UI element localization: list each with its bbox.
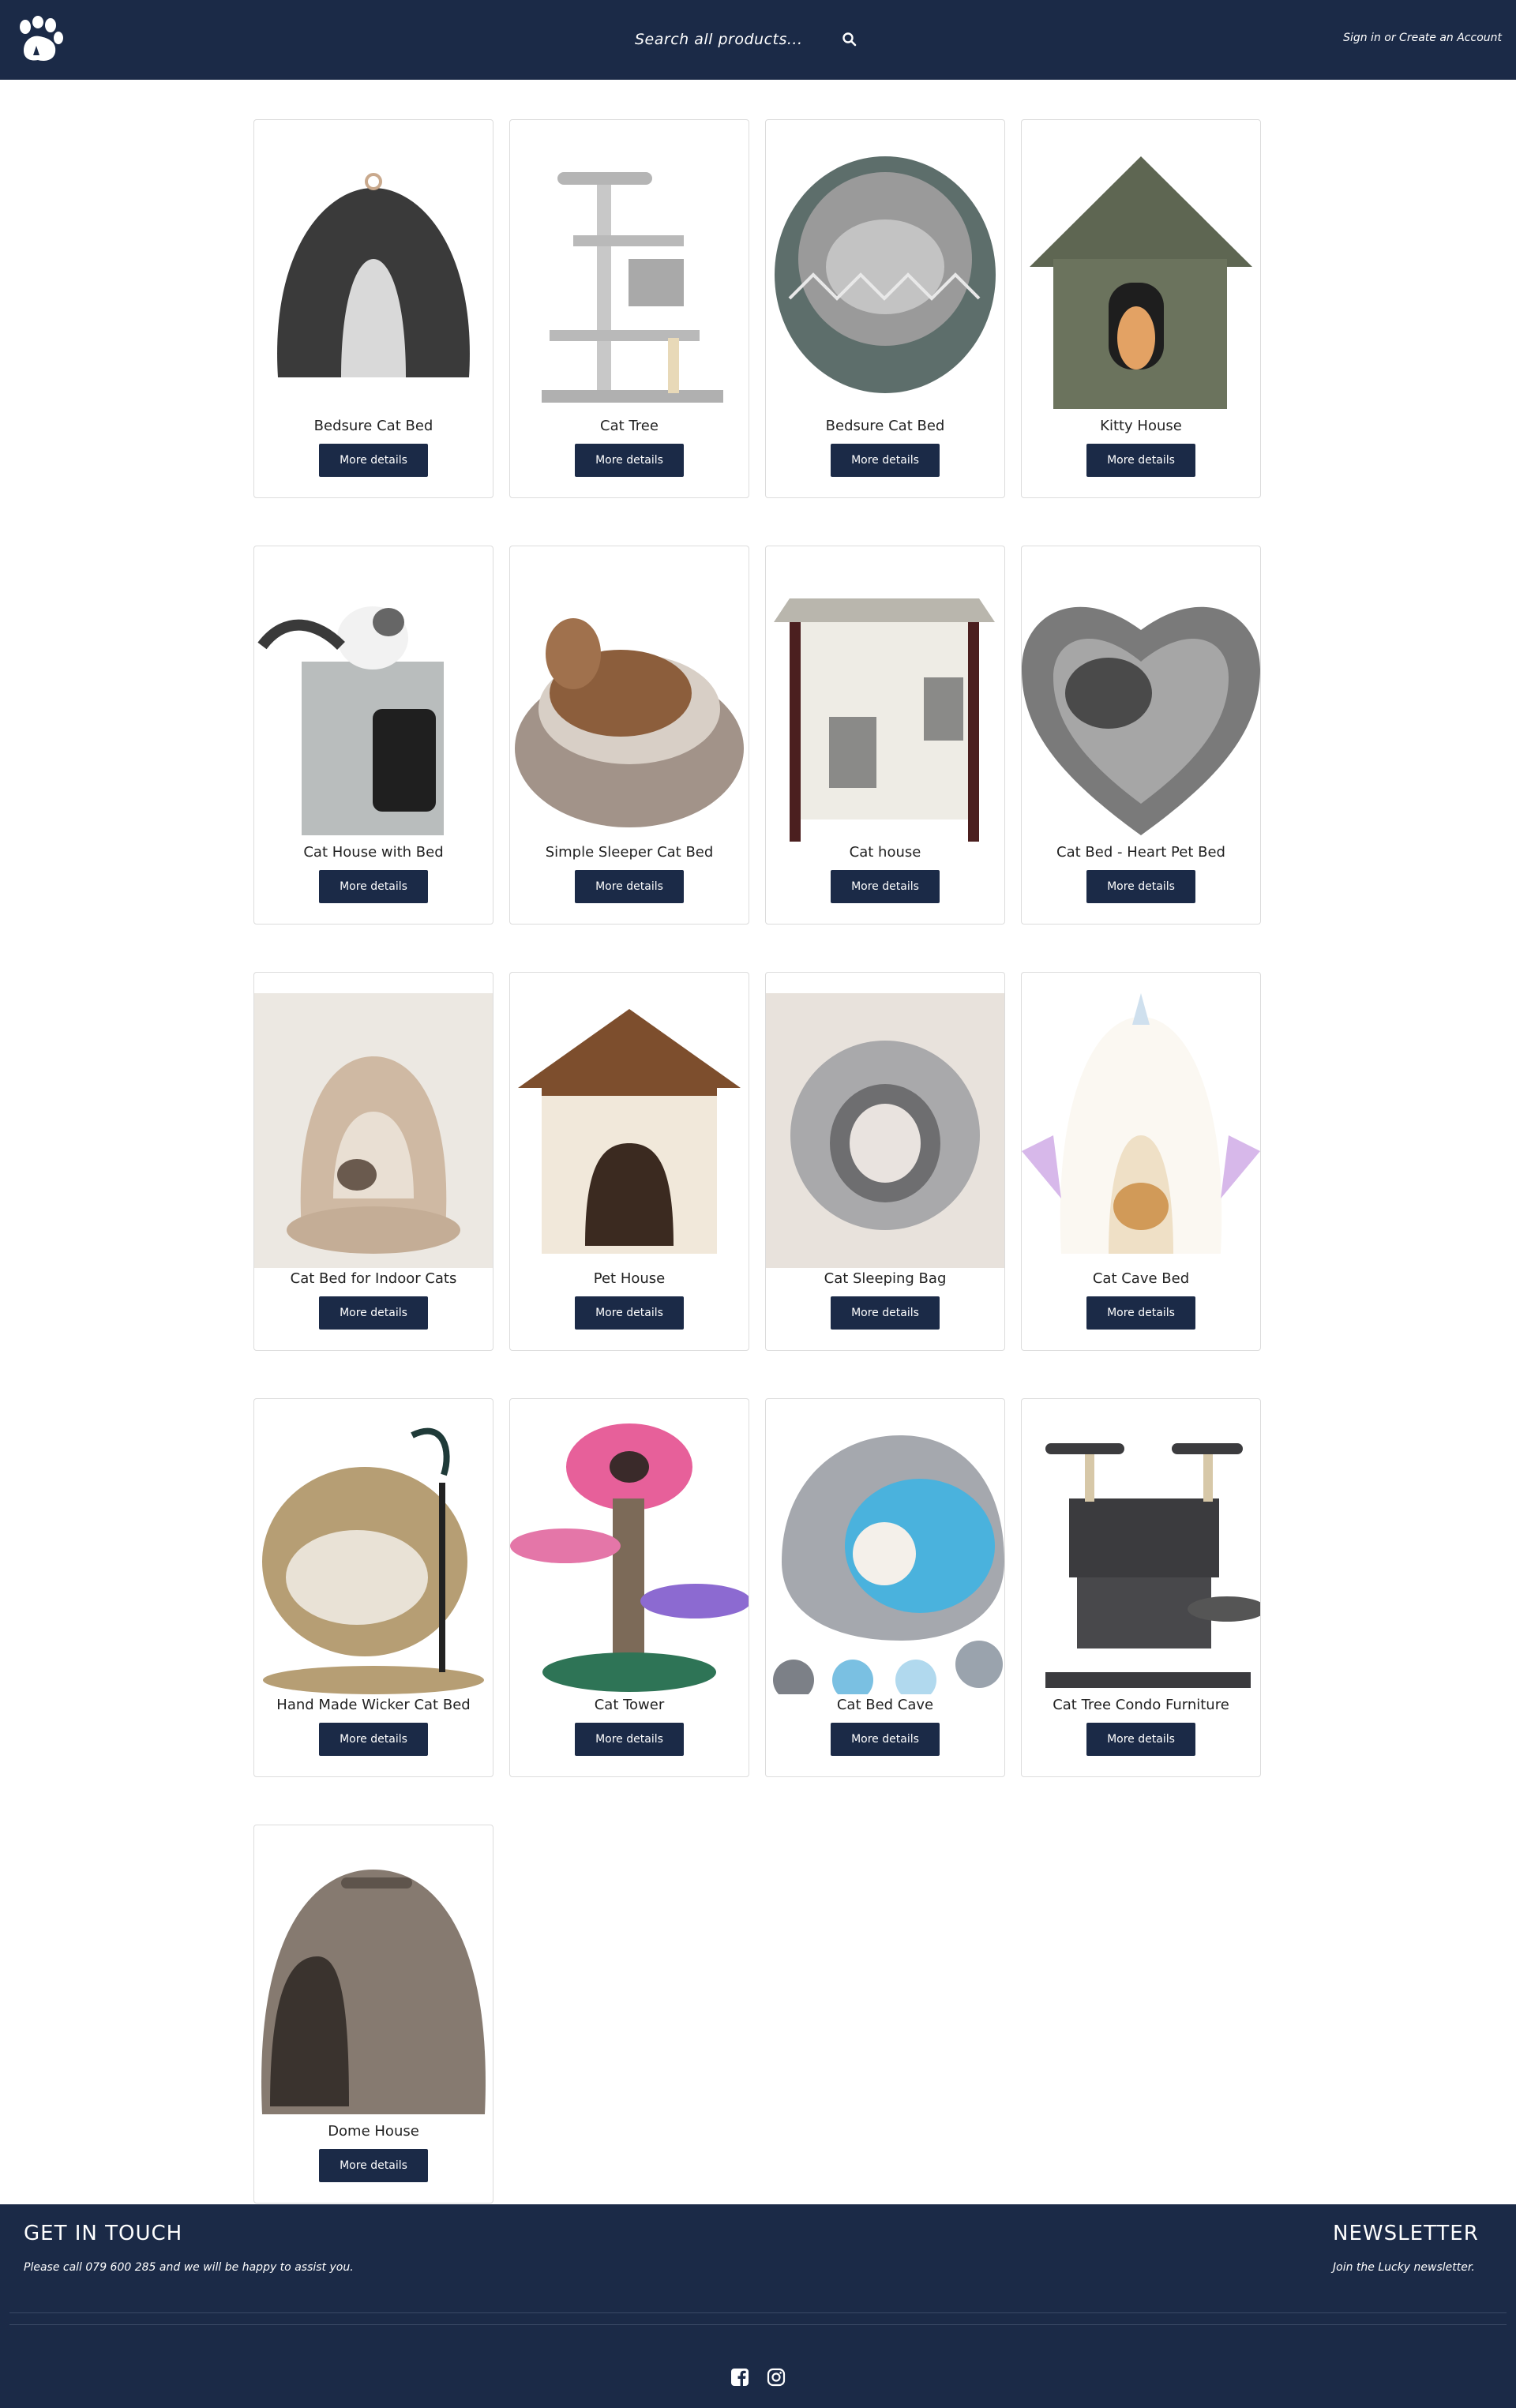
site-footer: GET IN TOUCH Please call 079 600 285 and… — [0, 2204, 1516, 2408]
product-title: Cat Bed Cave — [836, 1697, 934, 1713]
more-details-button[interactable]: More details — [319, 870, 428, 903]
more-details-button[interactable]: More details — [319, 2149, 428, 2182]
product-image[interactable] — [254, 141, 493, 415]
product-card[interactable]: Hand Made Wicker Cat Bed More details — [253, 1398, 493, 1777]
product-card[interactable]: Cat Tower More details — [509, 1398, 749, 1777]
more-details-button[interactable]: More details — [1086, 1296, 1195, 1330]
product-image[interactable] — [254, 993, 493, 1268]
more-details-button[interactable]: More details — [831, 870, 940, 903]
product-title: Cat Bed - Heart Pet Bed — [1056, 844, 1225, 861]
more-details-button[interactable]: More details — [1086, 870, 1195, 903]
more-details-button[interactable]: More details — [575, 870, 684, 903]
product-title: Cat house — [849, 844, 921, 861]
product-image[interactable] — [766, 993, 1004, 1268]
product-image[interactable] — [766, 141, 1004, 415]
more-details-button[interactable]: More details — [319, 1296, 428, 1330]
product-image[interactable] — [254, 1420, 493, 1694]
more-details-button[interactable]: More details — [831, 444, 940, 477]
product-image[interactable] — [254, 567, 493, 842]
product-title: Cat Sleeping Bag — [824, 1270, 947, 1287]
product-image[interactable] — [510, 993, 749, 1268]
more-details-button[interactable]: More details — [831, 1296, 940, 1330]
product-image[interactable] — [510, 1420, 749, 1694]
product-image[interactable] — [766, 567, 1004, 842]
product-card[interactable]: Cat Bed for Indoor Cats More details — [253, 972, 493, 1351]
product-title: Dome House — [328, 2123, 419, 2140]
product-title: Hand Made Wicker Cat Bed — [276, 1697, 471, 1713]
product-title: Cat Bed for Indoor Cats — [290, 1270, 457, 1287]
more-details-button[interactable]: More details — [575, 444, 684, 477]
product-title: Cat Cave Bed — [1092, 1270, 1190, 1287]
product-image[interactable] — [1022, 993, 1260, 1268]
product-card[interactable]: Dome House More details — [253, 1825, 493, 2204]
sign-in-link[interactable]: Sign in — [1343, 32, 1381, 44]
product-card[interactable]: Pet House More details — [509, 972, 749, 1351]
site-header: Search all products... Sign in or Create… — [0, 0, 1516, 80]
product-image[interactable] — [510, 141, 749, 415]
product-card[interactable]: Cat Bed Cave More details — [765, 1398, 1005, 1777]
product-image[interactable] — [1022, 141, 1260, 415]
product-image[interactable] — [1022, 1420, 1260, 1694]
product-title: Simple Sleeper Cat Bed — [545, 844, 714, 861]
product-card[interactable]: Kitty House More details — [1021, 119, 1261, 498]
product-card[interactable]: Cat Tree More details — [509, 119, 749, 498]
or-text: or — [1384, 32, 1396, 44]
product-title: Pet House — [593, 1270, 666, 1287]
paw-logo-icon[interactable] — [14, 16, 65, 65]
product-card[interactable]: Bedsure Cat Bed More details — [765, 119, 1005, 498]
product-title: Cat House with Bed — [303, 844, 444, 861]
more-details-button[interactable]: More details — [1086, 444, 1195, 477]
product-image[interactable] — [254, 1846, 493, 2121]
product-image[interactable] — [1022, 567, 1260, 842]
create-account-link[interactable]: Create an Account — [1399, 32, 1502, 44]
product-card[interactable]: Bedsure Cat Bed More details — [253, 119, 493, 498]
search-icon[interactable] — [842, 32, 857, 47]
product-card[interactable]: Cat Sleeping Bag More details — [765, 972, 1005, 1351]
instagram-icon[interactable] — [766, 2367, 786, 2387]
product-image[interactable] — [510, 567, 749, 842]
footer-divider — [9, 2324, 1507, 2325]
contact-text: Please call 079 600 285 and we will be h… — [24, 2261, 354, 2274]
search-placeholder: Search all products... — [635, 31, 803, 48]
more-details-button[interactable]: More details — [575, 1723, 684, 1756]
product-title: Cat Tree Condo Furniture — [1053, 1697, 1229, 1713]
product-title: Cat Tree — [600, 418, 659, 434]
product-image[interactable] — [766, 1420, 1004, 1694]
more-details-button[interactable]: More details — [575, 1296, 684, 1330]
product-title: Kitty House — [1100, 418, 1182, 434]
newsletter-title: NEWSLETTER — [1333, 2222, 1479, 2245]
product-card[interactable]: Cat house More details — [765, 546, 1005, 925]
product-card[interactable]: Simple Sleeper Cat Bed More details — [509, 546, 749, 925]
more-details-button[interactable]: More details — [831, 1723, 940, 1756]
account-links: Sign in or Create an Account — [1343, 32, 1502, 44]
footer-divider — [9, 2312, 1507, 2313]
product-title: Bedsure Cat Bed — [313, 418, 433, 434]
product-grid: Bedsure Cat Bed More details Cat Tree More … — [253, 119, 1264, 2204]
more-details-button[interactable]: More details — [1086, 1723, 1195, 1756]
product-card[interactable]: Cat Cave Bed More details — [1021, 972, 1261, 1351]
social-links — [730, 2367, 786, 2387]
more-details-button[interactable]: More details — [319, 444, 428, 477]
more-details-button[interactable]: More details — [319, 1723, 428, 1756]
product-card[interactable]: Cat House with Bed More details — [253, 546, 493, 925]
contact-title: GET IN TOUCH — [24, 2222, 183, 2245]
newsletter-text: Join the Lucky newsletter. — [1333, 2261, 1475, 2274]
facebook-icon[interactable] — [730, 2367, 750, 2387]
product-title: Cat Tower — [594, 1697, 665, 1713]
product-card[interactable]: Cat Tree Condo Furniture More details — [1021, 1398, 1261, 1777]
product-card[interactable]: Cat Bed - Heart Pet Bed More details — [1021, 546, 1261, 925]
search-input[interactable]: Search all products... — [624, 21, 869, 58]
product-title: Bedsure Cat Bed — [825, 418, 945, 434]
